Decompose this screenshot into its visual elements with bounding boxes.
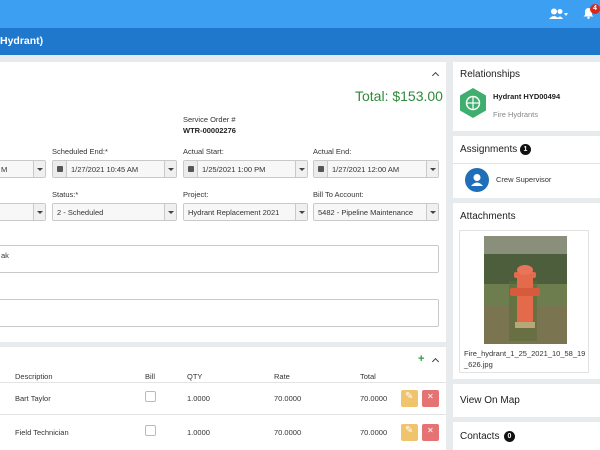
chevron-down-icon[interactable] [426,204,438,220]
assignments-title: Assignments [460,144,518,155]
status-select[interactable]: 2 - Scheduled [52,203,177,221]
header-divider [0,382,446,383]
order-total: Total: $153.00 [355,88,443,104]
row-2-description: Field Technician [15,428,69,437]
row-2-bill-checkbox[interactable] [145,425,156,436]
column-header-rate[interactable]: Rate [274,372,290,381]
service-order-label: Service Order # [183,115,236,124]
user-menu-icon[interactable] [549,8,569,20]
attachments-title: Attachments [460,211,516,222]
line-items-panel: + Description Bill QTY Rate Total Bart T… [0,347,446,450]
relationships-panel: Relationships Hydrant HYD00494 Fire Hydr… [453,62,600,131]
chevron-down-icon[interactable] [295,204,307,220]
row-1-qty: 1.0000 [187,394,210,403]
actual-end-label: Actual End: [313,147,352,156]
chevron-down-icon[interactable] [426,161,438,177]
assignment-divider [453,163,600,164]
contacts-title: Contacts [460,431,500,442]
calendar-icon[interactable] [53,161,67,177]
notification-count-badge: 4 [590,4,600,14]
chevron-down-icon[interactable] [33,161,45,177]
row-2-delete-button[interactable] [422,424,439,441]
attachment-thumbnail-image[interactable] [484,236,567,344]
title-bar: Hydrant) [0,28,600,55]
add-line-icon[interactable]: + [418,353,424,365]
contacts-count-badge: 0 [504,431,515,442]
column-header-bill[interactable]: Bill [145,372,155,381]
assignments-count-badge: 1 [520,144,531,155]
related-hydrant-type: Fire Hydrants [493,110,539,119]
left-partial-select[interactable] [0,203,46,221]
row-1-bill-checkbox[interactable] [145,391,156,402]
chevron-down-icon[interactable] [295,161,307,177]
attachment-card[interactable]: Fire_hydrant_1_25_2021_10_58_19 _626.jpg [459,230,589,373]
attachment-filename-line-2: _626.jpg [464,360,493,369]
assignment-name[interactable]: Crew Supervisor [496,175,551,184]
related-hydrant-name[interactable]: Hydrant HYD00494 [493,92,560,101]
row-1-total: 70.0000 [360,394,388,403]
row-1-description: Bart Taylor [15,394,51,403]
project-select[interactable]: Hydrant Replacement 2021 [183,203,308,221]
collapse-chevron-icon[interactable] [431,357,440,366]
actual-start-label: Actual Start: [183,147,224,156]
view-on-map-panel[interactable]: View On Map [453,384,600,417]
row-1-edit-button[interactable] [401,390,418,407]
project-label: Project: [183,190,209,199]
bill-to-account-label: Bill To Account: [313,190,364,199]
hydrant-icon [460,88,486,118]
row-divider [0,414,446,415]
row-2-total: 70.0000 [360,428,388,437]
calendar-icon[interactable] [314,161,328,177]
chevron-down-icon[interactable] [33,204,45,220]
row-1-rate: 70.0000 [274,394,302,403]
collapse-chevron-icon[interactable] [431,71,440,80]
view-on-map-title[interactable]: View On Map [460,395,520,406]
row-1-delete-button[interactable] [422,390,439,407]
order-details-panel: Total: $153.00 Service Order # WTR-00002… [0,62,446,342]
column-header-qty[interactable]: QTY [187,372,202,381]
relationships-title: Relationships [460,69,521,80]
description-textarea[interactable]: ak [0,245,439,273]
top-bar: 4 [0,0,600,28]
service-order-number: WTR-00002276 [183,126,236,135]
actual-end-field[interactable]: 1/27/2021 12:00 AM [313,160,439,178]
calendar-icon[interactable] [184,161,198,177]
column-header-total[interactable]: Total [360,372,376,381]
assignments-panel: Assignments 1 Crew Supervisor [453,136,600,198]
notes-textarea[interactable] [0,299,439,327]
row-2-rate: 70.0000 [274,428,302,437]
status-label: Status:* [52,190,79,199]
chevron-down-icon[interactable] [164,204,176,220]
actual-start-field[interactable]: 1/25/2021 1:00 PM [183,160,308,178]
chevron-down-icon[interactable] [164,161,176,177]
attachments-panel: Attachments Fire_hydrant_1_25_2021_10_58… [453,203,600,379]
scheduled-start-field[interactable]: M [0,160,46,178]
row-2-qty: 1.0000 [187,428,210,437]
attachment-filename-line-1: Fire_hydrant_1_25_2021_10_58_19 [464,349,586,358]
user-icon [465,168,489,192]
scheduled-end-field[interactable]: 1/27/2021 10:45 AM [52,160,177,178]
page-title: Hydrant) [0,35,44,47]
scheduled-end-label: Scheduled End:* [52,147,108,156]
contacts-panel: Contacts 0 [453,422,600,450]
bill-to-account-select[interactable]: 5482 - Pipeline Maintenance [313,203,439,221]
column-header-description[interactable]: Description [15,372,53,381]
row-2-edit-button[interactable] [401,424,418,441]
